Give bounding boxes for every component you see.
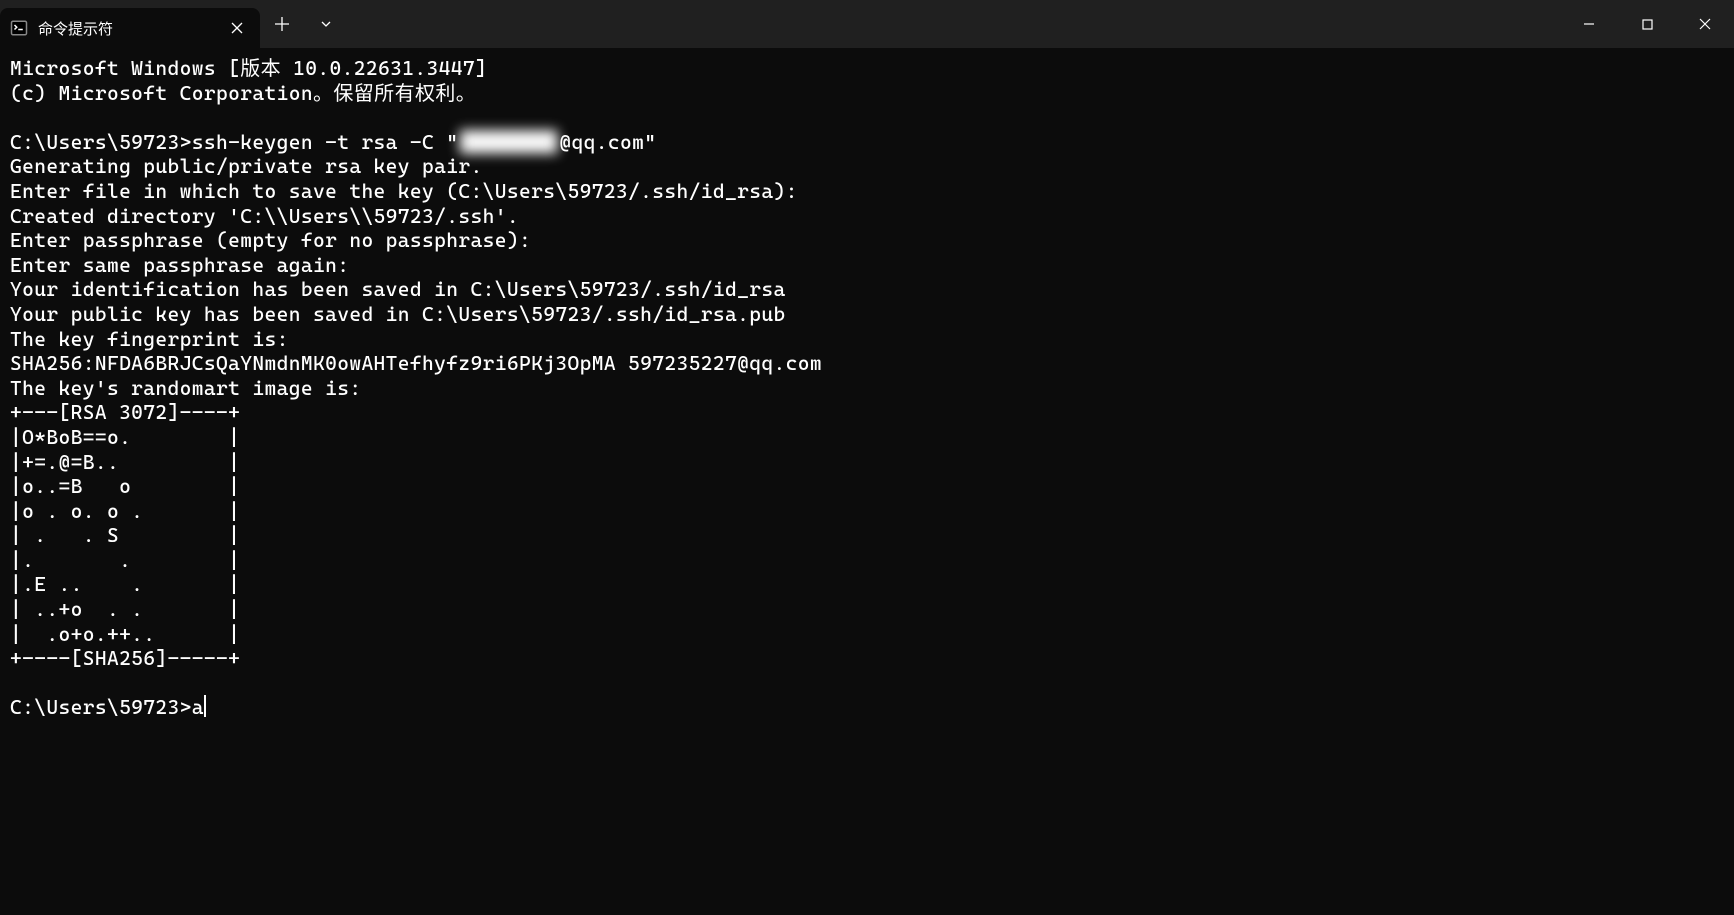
titlebar-drag-area[interactable] [348, 0, 1560, 48]
terminal-line [10, 105, 1724, 130]
terminal-line: | .o+o.++.. | [10, 622, 1724, 647]
terminal-line: The key's randomart image is: [10, 376, 1724, 401]
terminal-icon [10, 19, 28, 37]
terminal-line: | . . S | [10, 523, 1724, 548]
terminal-line: Generating public/private rsa key pair. [10, 154, 1724, 179]
terminal-line: Enter same passphrase again: [10, 253, 1724, 278]
terminal-line: |o..=B o | [10, 474, 1724, 499]
terminal-line: Created directory 'C:\\Users\\59723/.ssh… [10, 204, 1724, 229]
terminal-line: Enter file in which to save the key (C:\… [10, 179, 1724, 204]
tab-close-button[interactable] [224, 15, 250, 41]
terminal-line: (c) Microsoft Corporation。保留所有权利。 [10, 81, 1724, 106]
cursor [204, 695, 206, 717]
terminal-line: C:\Users\59723>ssh-keygen -t rsa -C "███… [10, 130, 1724, 155]
terminal-line: |o . o. o . | [10, 499, 1724, 524]
minimize-button[interactable] [1560, 0, 1618, 48]
redacted-email-local: ████████ [458, 130, 559, 154]
terminal-line: |.E .. . | [10, 572, 1724, 597]
terminal-line: +----[SHA256]-----+ [10, 646, 1724, 671]
terminal-line: Your identification has been saved in C:… [10, 277, 1724, 302]
terminal-line: +---[RSA 3072]----+ [10, 400, 1724, 425]
terminal-output[interactable]: Microsoft Windows [版本 10.0.22631.3447](c… [0, 48, 1734, 915]
terminal-line: | ..+o . . | [10, 597, 1724, 622]
terminal-line: The key fingerprint is: [10, 327, 1724, 352]
tab-command-prompt[interactable]: 命令提示符 [0, 8, 260, 48]
terminal-line: SHA256:NFDA6BRJCsQaYNmdnMK0owAHTefhyfz9r… [10, 351, 1724, 376]
terminal-line: Microsoft Windows [版本 10.0.22631.3447] [10, 56, 1724, 81]
window-controls [1560, 0, 1734, 48]
app-window: 命令提示符 Microsoft Windows [版本 10.0.22 [0, 0, 1734, 915]
close-window-button[interactable] [1676, 0, 1734, 48]
terminal-line: |O*BoB==o. | [10, 425, 1724, 450]
terminal-line [10, 671, 1724, 696]
maximize-button[interactable] [1618, 0, 1676, 48]
terminal-line: |. . | [10, 548, 1724, 573]
terminal-line: |+=.@=B.. | [10, 450, 1724, 475]
tab-strip: 命令提示符 [0, 0, 260, 48]
titlebar[interactable]: 命令提示符 [0, 0, 1734, 48]
new-tab-button[interactable] [260, 0, 304, 48]
terminal-line: C:\Users\59723>a [10, 695, 1724, 720]
terminal-line: Your public key has been saved in C:\Use… [10, 302, 1724, 327]
tab-dropdown-button[interactable] [304, 0, 348, 48]
terminal-line: Enter passphrase (empty for no passphras… [10, 228, 1724, 253]
tab-label: 命令提示符 [38, 18, 214, 39]
